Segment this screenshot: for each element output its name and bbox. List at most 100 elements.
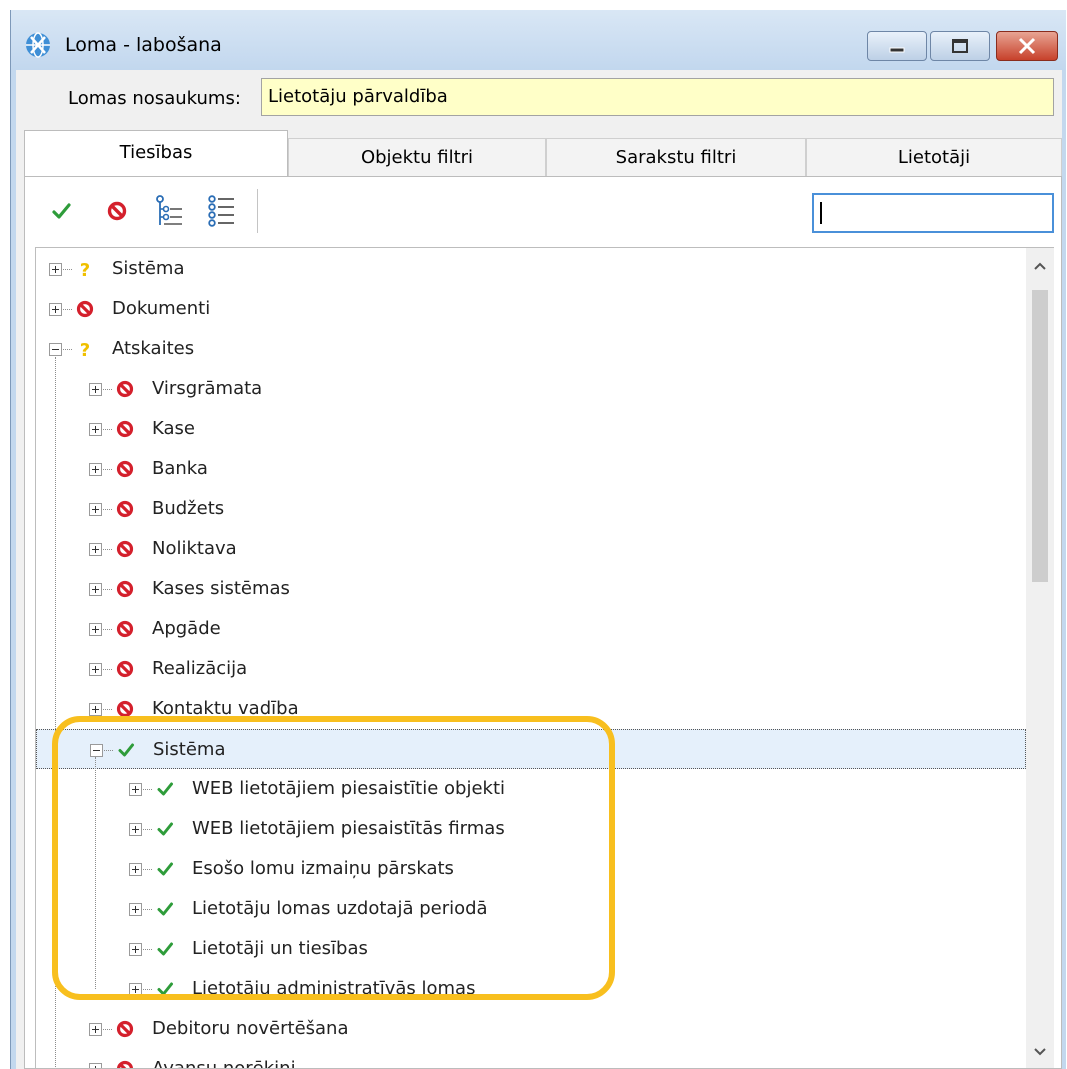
- deny-all-icon[interactable]: [101, 193, 133, 229]
- scroll-down-icon[interactable]: [1032, 1044, 1048, 1060]
- no-entry-icon[interactable]: [113, 1017, 137, 1041]
- no-entry-icon[interactable]: [113, 377, 137, 401]
- search-input[interactable]: [812, 193, 1054, 233]
- expand-toggle-icon[interactable]: [89, 503, 102, 516]
- tree-item[interactable]: Realizācija: [89, 649, 989, 689]
- tree-item[interactable]: Kases sistēmas: [89, 569, 989, 609]
- role-name-field[interactable]: Lietotāju pārvaldība: [261, 78, 1054, 116]
- tab-rights[interactable]: Tiesības: [24, 130, 288, 177]
- rights-tree[interactable]: ? Sistēma Dokumenti? Atskaites Virsgrāmata Ka…: [35, 247, 1054, 1068]
- minimize-button[interactable]: [867, 31, 927, 61]
- no-entry-icon[interactable]: [113, 697, 137, 721]
- tab-users[interactable]: Lietotāji: [806, 138, 1062, 176]
- expand-toggle-icon[interactable]: [89, 383, 102, 396]
- tree-item[interactable]: Dokumenti: [49, 289, 949, 329]
- tree-item[interactable]: WEB lietotājiem piesaistītās firmas: [129, 809, 1029, 849]
- tree-item[interactable]: Kontaktu vadība: [89, 689, 989, 729]
- maximize-button[interactable]: [930, 31, 990, 61]
- expand-toggle-icon[interactable]: [89, 663, 102, 676]
- tree-item[interactable]: Esošo lomu izmaiņu pārskats: [129, 849, 1029, 889]
- tree-item-label: Sistēma: [153, 739, 226, 760]
- toolbar-separator: [257, 189, 258, 233]
- tree-connector: [103, 589, 112, 590]
- tree-item[interactable]: Debitoru novērtēšana: [89, 1009, 989, 1049]
- check-icon[interactable]: [153, 977, 177, 1001]
- no-entry-icon[interactable]: [113, 417, 137, 441]
- tree-item-label: Noliktava: [152, 538, 237, 559]
- collapse-toggle-icon[interactable]: [49, 343, 62, 356]
- expand-toggle-icon[interactable]: [89, 1063, 102, 1068]
- expand-toggle-icon[interactable]: [129, 983, 142, 996]
- expand-toggle-icon[interactable]: [49, 263, 62, 276]
- tree-connector: [143, 909, 152, 910]
- tree-connector: [103, 1029, 112, 1030]
- check-icon[interactable]: [114, 738, 138, 762]
- check-icon[interactable]: [153, 937, 177, 961]
- check-icon[interactable]: [153, 817, 177, 841]
- close-button[interactable]: [996, 31, 1058, 61]
- tree-item[interactable]: Sistēma: [36, 729, 1026, 769]
- tree-item-label: Budžets: [152, 498, 225, 519]
- maximize-icon: [952, 39, 968, 53]
- tree-item-label: Avansu norēķini: [152, 1058, 296, 1068]
- tab-object-filters[interactable]: Objektu filtri: [288, 138, 546, 176]
- tree-item[interactable]: Lietotāju administratīvās lomas: [129, 969, 1029, 1009]
- no-entry-icon[interactable]: [113, 1057, 137, 1068]
- allow-all-icon[interactable]: [45, 193, 77, 229]
- no-entry-icon[interactable]: [113, 617, 137, 641]
- question-icon[interactable]: ?: [73, 337, 97, 361]
- expand-toggle-icon[interactable]: [89, 583, 102, 596]
- tree-item[interactable]: WEB lietotājiem piesaistītie objekti: [129, 769, 1029, 809]
- check-icon[interactable]: [153, 857, 177, 881]
- tab-list-filters[interactable]: Sarakstu filtri: [546, 138, 806, 176]
- expand-toggle-icon[interactable]: [89, 423, 102, 436]
- check-icon[interactable]: [153, 897, 177, 921]
- scrollbar-thumb[interactable]: [1032, 290, 1048, 582]
- expand-toggle-icon[interactable]: [89, 543, 102, 556]
- expand-toggle-icon[interactable]: [129, 943, 142, 956]
- no-entry-icon[interactable]: [113, 497, 137, 521]
- svg-text:?: ?: [80, 340, 90, 361]
- tree-item[interactable]: Budžets: [89, 489, 989, 529]
- expand-tree-icon[interactable]: [153, 193, 185, 229]
- expand-toggle-icon[interactable]: [129, 863, 142, 876]
- tree-item-label: Banka: [152, 458, 208, 479]
- tree-item[interactable]: ? Sistēma: [49, 249, 949, 289]
- expand-toggle-icon[interactable]: [49, 303, 62, 316]
- no-entry-icon[interactable]: [113, 457, 137, 481]
- tree-item[interactable]: Lietotāju lomas uzdotajā periodā: [129, 889, 1029, 929]
- tree-item[interactable]: Virsgrāmata: [89, 369, 989, 409]
- title-bar[interactable]: Loma - labošana: [11, 10, 1066, 70]
- question-icon[interactable]: ?: [73, 257, 97, 281]
- expand-toggle-icon[interactable]: [89, 1023, 102, 1036]
- close-icon: [1018, 37, 1036, 55]
- tree-connector: [104, 750, 113, 751]
- no-entry-icon[interactable]: [113, 537, 137, 561]
- expand-toggle-icon[interactable]: [129, 783, 142, 796]
- no-entry-icon[interactable]: [113, 657, 137, 681]
- expand-toggle-icon[interactable]: [129, 903, 142, 916]
- tree-connector: [103, 389, 112, 390]
- expand-toggle-icon[interactable]: [129, 823, 142, 836]
- expand-toggle-icon[interactable]: [89, 623, 102, 636]
- tree-item[interactable]: Noliktava: [89, 529, 989, 569]
- tree-item-label: Debitoru novērtēšana: [152, 1018, 349, 1039]
- check-icon[interactable]: [153, 777, 177, 801]
- tree-connector: [63, 349, 72, 350]
- scroll-up-icon[interactable]: [1032, 258, 1048, 274]
- tree-item[interactable]: Banka: [89, 449, 989, 489]
- vertical-scrollbar[interactable]: [1026, 248, 1054, 1068]
- collapse-list-icon[interactable]: [205, 193, 237, 229]
- no-entry-icon[interactable]: [73, 297, 97, 321]
- rights-panel: ? Sistēma Dokumenti? Atskaites Virsgrāmata Ka…: [24, 176, 1062, 1069]
- tree-item[interactable]: Kase: [89, 409, 989, 449]
- no-entry-icon[interactable]: [113, 577, 137, 601]
- expand-toggle-icon[interactable]: [89, 463, 102, 476]
- tree-item[interactable]: Avansu norēķini: [89, 1049, 989, 1068]
- tree-item[interactable]: ? Atskaites: [49, 329, 949, 369]
- tree-item-label: Lietotāji un tiesības: [192, 938, 368, 959]
- tree-item[interactable]: Apgāde: [89, 609, 989, 649]
- collapse-toggle-icon[interactable]: [90, 744, 103, 757]
- expand-toggle-icon[interactable]: [89, 703, 102, 716]
- tree-item[interactable]: Lietotāji un tiesības: [129, 929, 1029, 969]
